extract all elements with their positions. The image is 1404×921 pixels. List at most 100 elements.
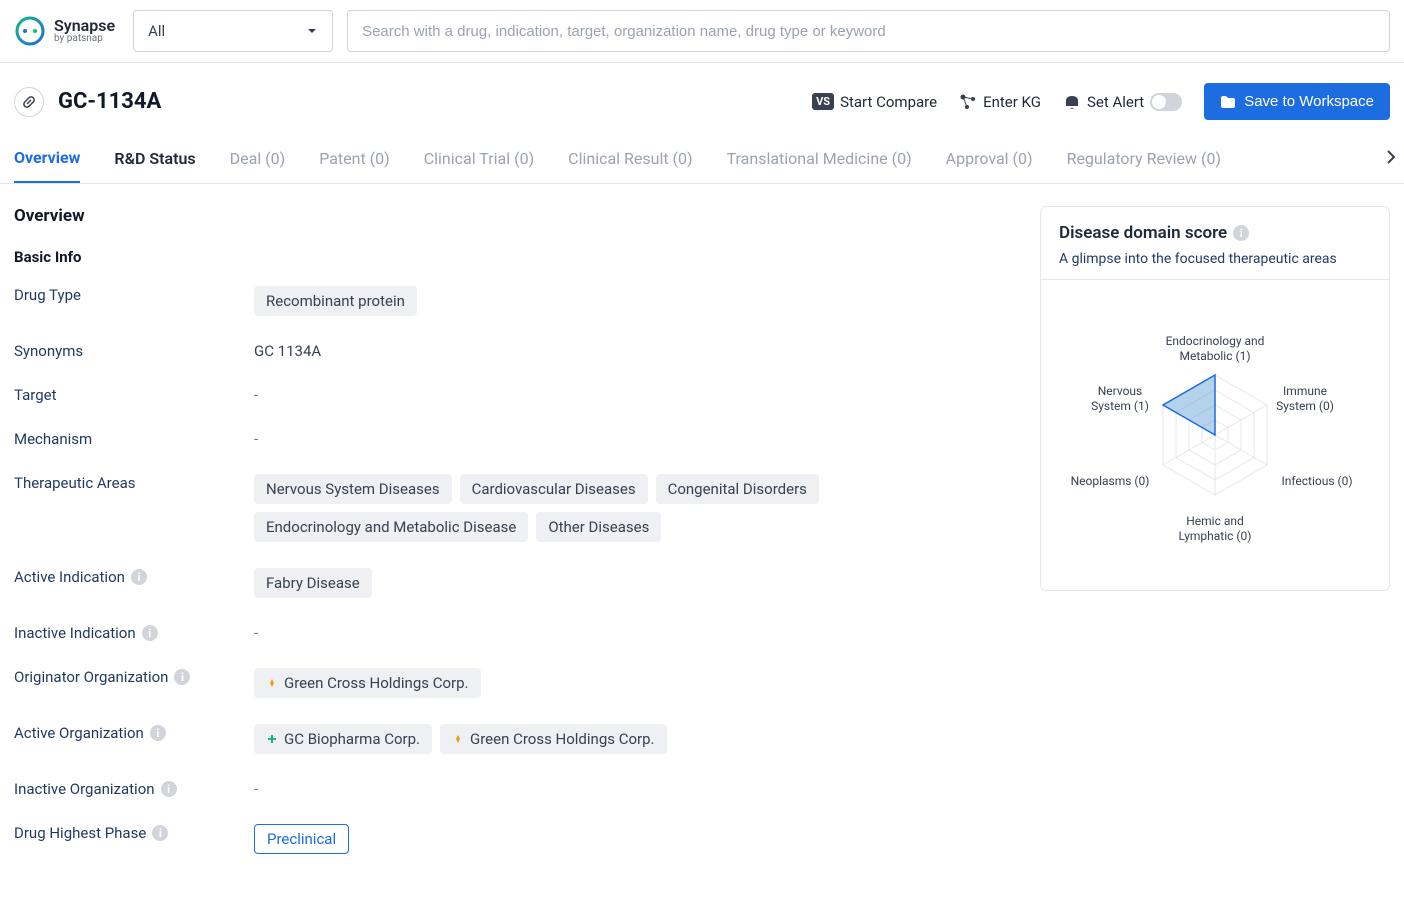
label-active-ind: Active Indication: [14, 568, 125, 586]
radar-label-bot2: Lymphatic (0): [1179, 529, 1252, 543]
field-inactive-org: Inactive Organization i -: [14, 780, 1010, 798]
field-synonyms: Synonyms GC 1134A: [14, 342, 1010, 360]
info-icon[interactable]: i: [142, 625, 158, 641]
chip-therapeutic[interactable]: Congenital Disorders: [656, 474, 819, 504]
info-icon[interactable]: i: [174, 669, 190, 685]
label-orig-org: Originator Organization: [14, 668, 168, 686]
radar-label-tr2: System (0): [1276, 399, 1334, 413]
alert-toggle[interactable]: [1150, 93, 1182, 111]
content: Overview Basic Info Drug Type Recombinan…: [0, 184, 1404, 902]
tab-patent[interactable]: Patent (0): [319, 137, 390, 182]
radar-label-top2: Metabolic (1): [1180, 349, 1251, 363]
info-icon[interactable]: i: [1233, 225, 1249, 241]
compare-label: Start Compare: [840, 93, 937, 111]
logo[interactable]: Synapse by patsnap: [14, 15, 115, 47]
enter-kg-button[interactable]: Enter KG: [959, 93, 1041, 111]
app-header: Synapse by patsnap All: [0, 0, 1404, 63]
label-drug-type: Drug Type: [14, 286, 254, 304]
logo-icon: [14, 15, 46, 47]
chip-therapeutic[interactable]: Other Diseases: [536, 512, 661, 542]
field-target: Target -: [14, 386, 1010, 404]
value-synonyms: GC 1134A: [254, 342, 1010, 360]
label-mechanism: Mechanism: [14, 430, 254, 448]
tab-approval[interactable]: Approval (0): [946, 137, 1033, 182]
chip-org[interactable]: Green Cross Holdings Corp.: [254, 668, 481, 698]
field-active-indication: Active Indication i Fabry Disease: [14, 568, 1010, 598]
search-input[interactable]: [347, 10, 1390, 52]
dropdown-selected: All: [148, 22, 165, 40]
save-label: Save to Workspace: [1244, 93, 1374, 110]
chip-therapeutic[interactable]: Cardiovascular Diseases: [460, 474, 648, 504]
label-active-org: Active Organization: [14, 724, 144, 742]
chip-org[interactable]: Green Cross Holdings Corp.: [440, 724, 667, 754]
pill-icon: [14, 87, 44, 117]
label-inactive-org: Inactive Organization: [14, 780, 155, 798]
start-compare-button[interactable]: VS Start Compare: [812, 93, 937, 111]
tab-rd-status[interactable]: R&D Status: [114, 137, 195, 182]
tab-regulatory-review[interactable]: Regulatory Review (0): [1067, 137, 1221, 182]
tab-overview[interactable]: Overview: [14, 136, 80, 184]
label-therapeutic: Therapeutic Areas: [14, 474, 254, 492]
radar-label-tl: Nervous: [1098, 384, 1142, 398]
field-active-org: Active Organizationi GC Biopharma Corp. …: [14, 724, 1010, 754]
search-category-dropdown[interactable]: All: [133, 10, 333, 52]
radar-chart: Endocrinology and Metabolic (1) Immune S…: [1055, 300, 1375, 560]
chip-org[interactable]: GC Biopharma Corp.: [254, 724, 432, 754]
chip-active-ind[interactable]: Fabry Disease: [254, 568, 372, 598]
label-synonyms: Synonyms: [14, 342, 254, 360]
disease-domain-panel: Disease domain score i A glimpse into the…: [1040, 206, 1390, 591]
label-highest-phase: Drug Highest Phase: [14, 824, 146, 842]
value-inactive-ind: -: [254, 624, 1010, 642]
chevron-down-icon: [306, 25, 318, 37]
radar-label-tr: Immune: [1283, 384, 1327, 398]
page-header: GC-1134A VS Start Compare Enter KG Set A…: [0, 63, 1404, 136]
org-icon: [452, 733, 464, 745]
info-icon[interactable]: i: [131, 569, 147, 585]
value-inactive-org: -: [254, 780, 1010, 798]
tabs-scroll-right-icon[interactable]: [1382, 148, 1400, 166]
set-alert-button[interactable]: Set Alert: [1063, 93, 1182, 111]
field-mechanism: Mechanism -: [14, 430, 1010, 448]
info-icon[interactable]: i: [161, 781, 177, 797]
field-drug-type: Drug Type Recombinant protein: [14, 286, 1010, 316]
kg-label: Enter KG: [983, 93, 1041, 111]
org-icon: [266, 733, 278, 745]
alert-label: Set Alert: [1087, 93, 1144, 111]
chip-therapeutic[interactable]: Nervous System Diseases: [254, 474, 452, 504]
save-to-workspace-button[interactable]: Save to Workspace: [1204, 83, 1390, 120]
field-highest-phase: Drug Highest Phase i Preclinical: [14, 824, 1010, 854]
org-icon: [266, 677, 278, 689]
chip-highest-phase[interactable]: Preclinical: [254, 824, 349, 854]
graph-icon: [959, 93, 977, 111]
tab-deal[interactable]: Deal (0): [230, 137, 286, 182]
field-originator-org: Originator Organization i Green Cross Hol…: [14, 668, 1010, 698]
tab-clinical-result[interactable]: Clinical Result (0): [568, 137, 692, 182]
radar-label-bot: Hemic and: [1186, 514, 1244, 528]
chip-drug-type[interactable]: Recombinant protein: [254, 286, 417, 316]
logo-sub: by patsnap: [54, 34, 115, 44]
radar-label-br: Infectious (0): [1281, 474, 1352, 488]
tab-clinical-trial[interactable]: Clinical Trial (0): [424, 137, 534, 182]
page-title: GC-1134A: [58, 89, 161, 114]
label-inactive-ind: Inactive Indication: [14, 624, 136, 642]
vs-icon: VS: [812, 93, 834, 110]
tabs: Overview R&D Status Deal (0) Patent (0) …: [0, 136, 1404, 184]
info-icon[interactable]: i: [152, 825, 168, 841]
section-overview-title: Overview: [14, 206, 1010, 226]
panel-subtitle: A glimpse into the focused therapeutic a…: [1059, 251, 1371, 267]
radar-label-tl2: System (1): [1091, 399, 1149, 413]
tab-translational-medicine[interactable]: Translational Medicine (0): [727, 137, 912, 182]
section-basic-title: Basic Info: [14, 248, 1010, 266]
panel-title: Disease domain score: [1059, 223, 1227, 243]
radar-label-top: Endocrinology and: [1166, 334, 1265, 348]
chip-therapeutic[interactable]: Endocrinology and Metabolic Disease: [254, 512, 528, 542]
value-target: -: [254, 386, 1010, 404]
search-wrap: All: [133, 10, 1390, 52]
field-inactive-indication: Inactive Indication i -: [14, 624, 1010, 642]
logo-name: Synapse: [54, 18, 115, 34]
label-target: Target: [14, 386, 254, 404]
field-therapeutic-areas: Therapeutic Areas Nervous System Disease…: [14, 474, 1010, 542]
value-mechanism: -: [254, 430, 1010, 448]
radar-label-bl: Neoplasms (0): [1071, 474, 1150, 488]
info-icon[interactable]: i: [150, 725, 166, 741]
